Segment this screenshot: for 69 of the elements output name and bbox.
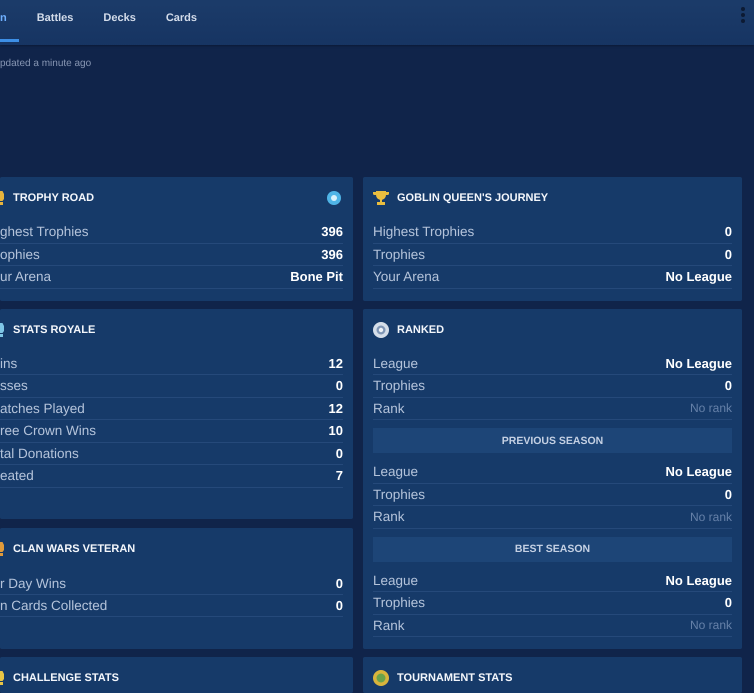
stat-label: n Cards Collected xyxy=(0,598,108,613)
emblem-icon xyxy=(0,191,4,205)
stat-value: 396 xyxy=(321,246,343,262)
stat-label: tal Donations xyxy=(0,446,79,461)
tab[interactable]: Decks xyxy=(91,0,148,42)
stat-value: 7 xyxy=(336,468,343,484)
emblem-icon xyxy=(0,671,4,685)
medal-icon xyxy=(373,670,389,686)
stat-value: No rank xyxy=(690,401,732,416)
tab[interactable]: Cards xyxy=(154,0,210,42)
card-title: STATS ROYALE xyxy=(13,324,96,336)
stat-value: 0 xyxy=(336,446,343,461)
stat-value: No rank xyxy=(690,618,732,632)
stat-value: 0 xyxy=(336,378,343,394)
stat-label: Your Arena xyxy=(373,269,440,284)
stat-label: Trophies xyxy=(373,486,426,502)
menu-icon[interactable] xyxy=(741,7,745,23)
stat-label: ophies xyxy=(0,246,40,262)
stat-value: 0 xyxy=(724,486,732,502)
stat-label: League xyxy=(373,572,418,588)
emblem-icon xyxy=(0,542,4,556)
stat-label: Trophies xyxy=(373,246,426,262)
tab[interactable]: Battles xyxy=(24,0,86,42)
stat-value: 0 xyxy=(724,595,732,610)
stat-value: 0 xyxy=(336,576,343,590)
stat-label: sses xyxy=(0,378,28,394)
card-title: GOBLIN QUEEN'S JOURNEY xyxy=(397,192,548,204)
stat-value: 0 xyxy=(724,378,732,394)
stat-label: Rank xyxy=(373,618,405,633)
stat-label: Trophies xyxy=(373,378,426,394)
stat-value: 0 xyxy=(336,598,343,613)
stat-label: ghest Trophies xyxy=(0,224,89,240)
stat-value: 396 xyxy=(321,224,343,240)
badge-icon xyxy=(373,322,389,338)
card-title: RANKED xyxy=(397,324,444,336)
stat-value: No League xyxy=(666,572,732,588)
updated-text: pdated a minute ago xyxy=(0,57,92,71)
stat-label: League xyxy=(373,356,418,371)
trophy-icon xyxy=(373,190,389,206)
emblem-icon xyxy=(0,322,4,336)
card-title: TOURNAMENT STATS xyxy=(397,672,512,684)
stat-value: No rank xyxy=(690,510,732,524)
stat-label: r Day Wins xyxy=(0,576,66,590)
stat-value: 0 xyxy=(724,224,732,240)
card-title: CLAN WARS VETERAN xyxy=(13,543,136,556)
stat-value: No League xyxy=(666,356,732,371)
stat-label: ree Crown Wins xyxy=(0,423,96,438)
stat-label: atches Played xyxy=(0,400,85,416)
card-title: TROPHY ROAD xyxy=(13,192,94,204)
card-title: CHALLENGE STATS xyxy=(13,672,119,684)
stat-label: Rank xyxy=(373,509,405,524)
stat-value: 12 xyxy=(328,400,343,416)
stat-value: Bone Pit xyxy=(290,269,343,284)
stat-label: ins xyxy=(0,356,18,371)
stat-value: No League xyxy=(666,464,732,480)
circle-badge-icon xyxy=(327,191,341,205)
section-title: BEST SEASON xyxy=(514,543,590,555)
stat-value: 12 xyxy=(328,356,343,371)
stat-label: Highest Trophies xyxy=(373,224,474,240)
stat-label: eated xyxy=(0,468,34,484)
stat-value: No League xyxy=(666,269,732,284)
stat-value: 0 xyxy=(724,246,732,262)
stat-value: 10 xyxy=(328,423,343,438)
tab[interactable]: n xyxy=(0,0,19,42)
stat-label: League xyxy=(373,464,418,480)
stat-label: ur Arena xyxy=(0,269,52,284)
section-title: PREVIOUS SEASON xyxy=(502,434,604,446)
stat-label: Rank xyxy=(373,400,405,416)
stat-label: Trophies xyxy=(373,595,426,610)
